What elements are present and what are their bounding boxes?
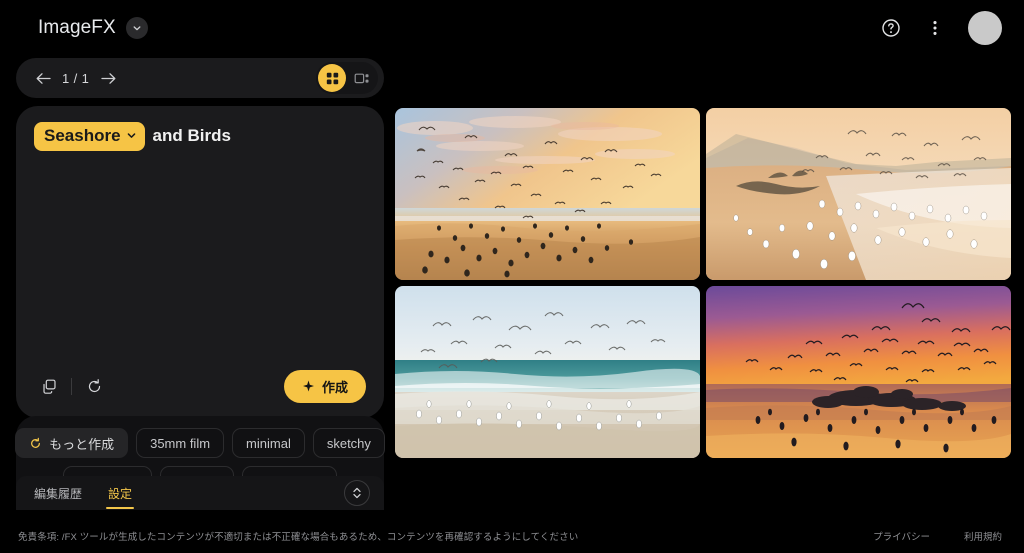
action-divider: [71, 377, 72, 395]
sparkle-icon: [303, 380, 314, 392]
imagefx-app: ImageFX 1 / 1 Seashore and Birds 作成 もっと作…: [0, 0, 1024, 553]
tab-settings[interactable]: 設定: [106, 476, 135, 510]
panel-bottom-bar: 編集履歴 設定: [16, 476, 384, 510]
image-results-grid: [395, 108, 1011, 462]
chip-35mm-film[interactable]: 35mm film: [136, 428, 225, 458]
top-bar-actions: [876, 11, 1002, 45]
arrow-right-icon[interactable]: [95, 65, 121, 91]
chip-sketchy[interactable]: sketchy: [312, 428, 385, 458]
copy-icon[interactable]: [34, 371, 64, 401]
tab-label: 設定: [108, 486, 133, 501]
result-image-4[interactable]: [706, 286, 1011, 458]
style-chip-row-1: もっと作成 35mm film minimal sketchy: [15, 428, 385, 458]
result-image-3[interactable]: [395, 286, 700, 458]
page-counter: 1 / 1: [62, 70, 90, 86]
prompt-seed-chip[interactable]: Seashore: [34, 122, 145, 151]
prompt-actions: 作成: [34, 366, 366, 406]
refresh-icon[interactable]: [79, 371, 109, 401]
brand[interactable]: ImageFX: [38, 17, 148, 39]
chip-more-create[interactable]: もっと作成: [15, 428, 129, 458]
result-image-2[interactable]: [706, 108, 1011, 280]
create-button-label: 作成: [321, 379, 348, 395]
tab-edit-history[interactable]: 編集履歴: [34, 476, 82, 510]
arrow-left-icon[interactable]: [30, 65, 56, 91]
refresh-icon: [31, 437, 41, 448]
expand-collapse-icon[interactable]: [344, 480, 370, 506]
privacy-link[interactable]: プライバシー: [873, 529, 930, 543]
prompt-seed-chip-label: Seashore: [44, 126, 121, 145]
chip-label: もっと作成: [49, 436, 115, 452]
top-bar: ImageFX: [0, 0, 1024, 56]
avatar[interactable]: [968, 11, 1002, 45]
prompt-rest-text: and Birds: [152, 126, 231, 146]
prompt-card[interactable]: Seashore and Birds 作成: [16, 106, 384, 418]
result-image-1[interactable]: [395, 108, 700, 280]
help-circle-icon[interactable]: [876, 13, 906, 43]
tab-label: 編集履歴: [34, 486, 83, 501]
more-vertical-icon[interactable]: [920, 13, 950, 43]
prompt-line: Seashore and Birds: [34, 122, 366, 151]
grid-view-icon[interactable]: [318, 64, 346, 92]
terms-link[interactable]: 利用規約: [964, 529, 1002, 543]
chip-label: sketchy: [326, 435, 371, 451]
disclaimer-text: 免責条項: /FX ツールが生成したコンテンツが不適切または不正確な場合もあるた…: [18, 532, 579, 543]
create-button[interactable]: 作成: [283, 369, 366, 403]
footer: 免責条項: /FX ツールが生成したコンテンツが不適切または不正確な場合もあるた…: [0, 519, 1024, 553]
chevron-down-icon: [127, 133, 135, 139]
chevron-down-icon[interactable]: [125, 17, 148, 39]
view-toggle-group: [316, 62, 378, 94]
prompt-editor[interactable]: Seashore and Birds: [34, 122, 366, 366]
chip-label: 35mm film: [150, 435, 211, 451]
chip-minimal[interactable]: minimal: [232, 428, 305, 458]
app-title: ImageFX: [38, 17, 116, 38]
split-view-icon[interactable]: [348, 64, 376, 92]
pagination-bar: 1 / 1: [16, 58, 384, 98]
left-panel: 1 / 1 Seashore and Birds 作成 もっと作成 35mm f…: [15, 58, 385, 510]
chip-label: minimal: [246, 435, 291, 451]
